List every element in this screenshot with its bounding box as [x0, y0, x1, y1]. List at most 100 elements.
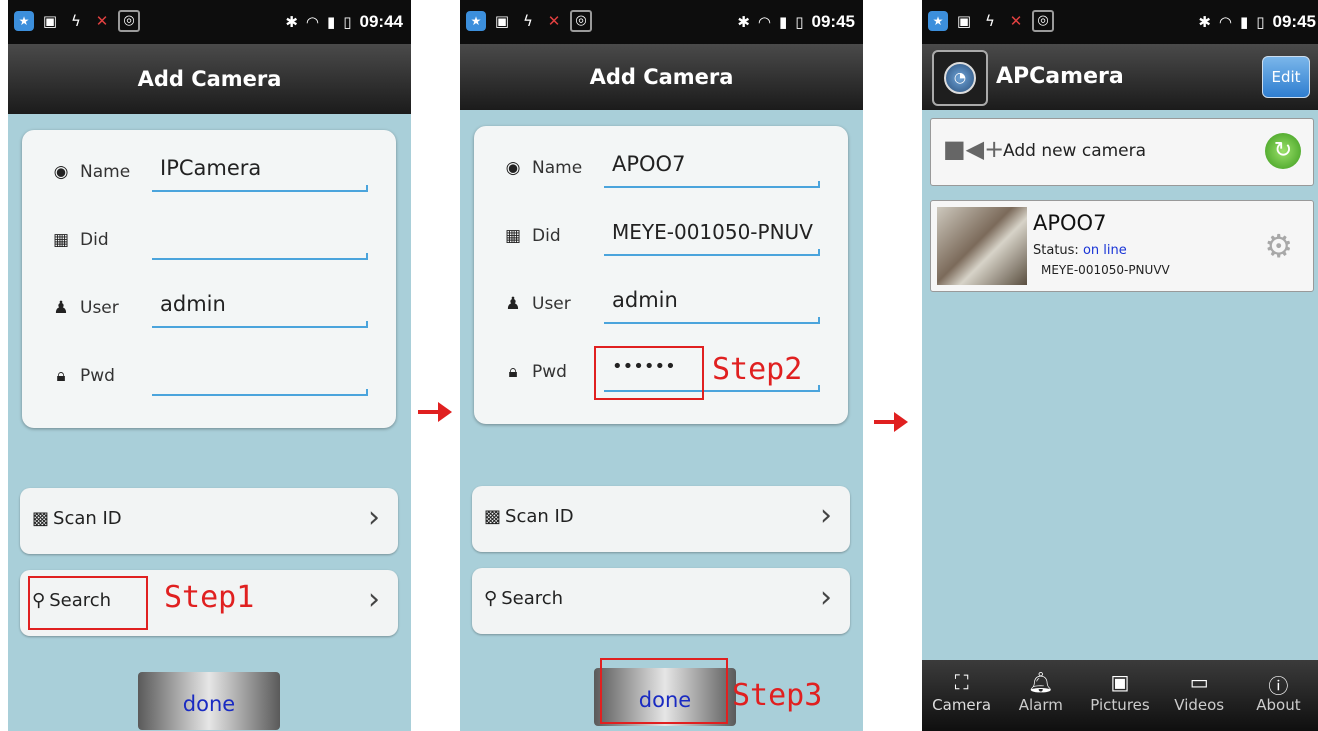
edit-button[interactable]: Edit — [1262, 56, 1310, 98]
tab-about[interactable]: ⓘ About — [1239, 660, 1318, 731]
plug-icon: ϟ — [523, 12, 533, 30]
name-field[interactable]: APOO7 — [612, 152, 685, 176]
camera-did: MEYE-001050-PNUVV — [1041, 263, 1170, 277]
scan-id-button[interactable]: ▩ Scan ID › — [20, 488, 398, 554]
add-camera-label: Add new camera — [1003, 141, 1147, 161]
pwd-label: Pwd — [532, 362, 567, 382]
did-field[interactable]: MEYE-001050-PNUV — [612, 220, 813, 244]
battery-icon: ▯ — [343, 13, 352, 31]
signal-icon: ▮ — [1239, 13, 1249, 31]
battery-icon: ▯ — [795, 13, 804, 31]
user-label: User — [532, 294, 571, 314]
scan-id-label: Scan ID — [53, 508, 122, 529]
camera-name: APOO7 — [1033, 211, 1107, 235]
page-title: Add Camera — [8, 44, 411, 114]
qr-code-icon: ▩ — [32, 508, 50, 529]
flow-arrow — [418, 402, 452, 422]
tab-label: Videos — [1174, 696, 1225, 714]
user-row[interactable]: ♟ User admin — [22, 280, 396, 340]
chevron-right-icon: › — [368, 500, 380, 535]
app-notification-icon: ★ — [14, 11, 34, 31]
bluetooth-icon: ✱ — [737, 13, 750, 31]
grid-icon: ▦ — [52, 230, 70, 250]
webcam-icon: ◉ — [53, 162, 69, 182]
wifi-icon: ◠ — [305, 13, 319, 31]
user-field[interactable]: admin — [160, 292, 226, 316]
camera-lens-icon: ◔ — [944, 62, 976, 94]
input-underline — [604, 181, 820, 188]
search-label: Search — [501, 588, 564, 609]
videos-icon: ▭ — [1189, 670, 1209, 694]
app-notification-icon: ◎ — [1032, 10, 1054, 32]
plug-icon: ϟ — [71, 12, 81, 30]
webcam-icon: ◉ — [505, 158, 521, 178]
bottom-tab-bar: ⛶ Camera 🔔︎ Alarm ▣ Pictures ▭ Videos ⓘ About — [922, 660, 1318, 731]
name-row[interactable]: ◉ Name APOO7 — [474, 140, 848, 200]
camera-list-item[interactable]: APOO7 Status: on line MEYE-001050-PNUVV … — [930, 200, 1314, 292]
name-field[interactable]: IPCamera — [160, 156, 261, 180]
app-header: ◔ APCamera Edit — [922, 44, 1318, 110]
user-row[interactable]: ♟ User admin — [474, 276, 848, 336]
tab-videos[interactable]: ▭ Videos — [1160, 660, 1239, 731]
app-notification-icon: ★ — [466, 11, 486, 31]
status-time: 09:45 — [1272, 12, 1316, 31]
qr-code-icon: ▩ — [484, 506, 502, 527]
status-value: on line — [1082, 243, 1127, 258]
done-button[interactable]: done — [138, 672, 280, 730]
did-label: Did — [80, 230, 109, 250]
page-title: Add Camera — [460, 44, 863, 110]
missed-call-icon: ✕ — [95, 12, 109, 30]
grid-icon: ▦ — [504, 226, 522, 246]
camera-status: Status: on line — [1033, 243, 1127, 258]
wifi-icon: ◠ — [1218, 13, 1232, 31]
search-button[interactable]: ⚲ Search › — [472, 568, 850, 634]
user-icon: ♟ — [505, 294, 521, 314]
step2-highlight-box — [594, 346, 704, 400]
name-row[interactable]: ◉ Name IPCamera — [22, 144, 396, 204]
user-field[interactable]: admin — [612, 288, 678, 312]
scan-id-label: Scan ID — [505, 506, 574, 527]
tab-pictures[interactable]: ▣ Pictures — [1080, 660, 1159, 731]
video-camera-add-icon: ■◀+ — [943, 135, 1005, 163]
camera-thumbnail — [937, 207, 1027, 285]
add-new-camera-row[interactable]: ■◀+ Add new camera ↻ — [930, 118, 1314, 186]
refresh-icon[interactable]: ↻ — [1265, 133, 1301, 169]
camera-form: ◉ Name IPCamera ▦ Did ♟ User admin 🔒︎ Pwd — [22, 130, 396, 428]
step3-highlight-box — [600, 658, 728, 724]
app-notification-icon: ★ — [928, 11, 948, 31]
camera-icon: ⛶ — [954, 670, 969, 694]
input-underline — [152, 185, 368, 192]
pictures-icon: ▣ — [1110, 670, 1130, 694]
status-bar: ★ ▣ ϟ ✕ ◎ ✱ ◠ ▮ ▯ 09:45 — [922, 0, 1318, 44]
status-bar: ★ ▣ ϟ ✕ ◎ ✱ ◠ ▮ ▯ 09:44 — [8, 0, 411, 44]
tab-label: Alarm — [1018, 696, 1063, 714]
phone-screen-add-camera-2: ★ ▣ ϟ ✕ ◎ ✱ ◠ ▮ ▯ 09:45 Add Camera ◉ Name… — [460, 0, 863, 731]
pwd-label: Pwd — [80, 366, 115, 386]
missed-call-icon: ✕ — [547, 12, 561, 30]
lock-icon: 🔒︎ — [56, 366, 66, 386]
input-underline — [152, 253, 368, 260]
input-underline — [152, 389, 368, 396]
tab-alarm[interactable]: 🔔︎ Alarm — [1001, 660, 1080, 731]
step1-highlight-box — [28, 576, 148, 630]
name-label: Name — [80, 162, 131, 182]
did-row[interactable]: ▦ Did MEYE-001050-PNUV — [474, 208, 848, 268]
input-underline — [604, 317, 820, 324]
flow-arrow — [874, 412, 908, 432]
scan-id-button[interactable]: ▩ Scan ID › — [472, 486, 850, 552]
pwd-row[interactable]: 🔒︎ Pwd — [22, 348, 396, 408]
phone-screen-add-camera-1: ★ ▣ ϟ ✕ ◎ ✱ ◠ ▮ ▯ 09:44 Add Camera ◉ Name… — [8, 0, 411, 731]
plug-icon: ϟ — [985, 12, 995, 30]
phone-screen-camera-list: ★ ▣ ϟ ✕ ◎ ✱ ◠ ▮ ▯ 09:45 ◔ APCamera Edit … — [922, 0, 1318, 731]
did-row[interactable]: ▦ Did — [22, 212, 396, 272]
bag-icon: ▣ — [42, 12, 58, 30]
input-underline — [152, 321, 368, 328]
signal-icon: ▮ — [778, 13, 788, 31]
status-label: Status: — [1033, 243, 1079, 258]
lock-icon: 🔒︎ — [508, 362, 518, 382]
tab-camera[interactable]: ⛶ Camera — [922, 660, 1001, 731]
gear-icon[interactable]: ⚙ — [1264, 227, 1293, 265]
app-logo: ◔ — [932, 50, 988, 106]
tab-label: Pictures — [1090, 696, 1150, 714]
chevron-right-icon: › — [820, 498, 832, 533]
